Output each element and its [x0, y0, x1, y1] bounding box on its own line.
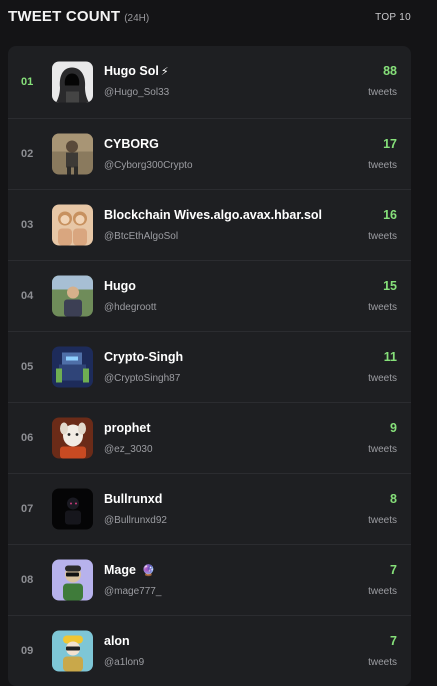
list-item[interactable]: 06 prophet @ez_3030 9 tweets: [8, 403, 411, 474]
rank-number: 08: [21, 574, 34, 586]
tweet-count: 16: [383, 208, 397, 222]
list-item[interactable]: 09 alon @a1lon9 7 tweets: [8, 616, 411, 686]
rank-number: 02: [21, 148, 34, 160]
tweet-count: 9: [390, 421, 397, 435]
dog-avatar: [52, 417, 93, 459]
user-name: Bullrunxd: [104, 492, 163, 506]
user-handle: @BtcEthAlgoSol: [104, 231, 179, 242]
list-item[interactable]: 07 Bullrunxd @Bullrunxd92 8 tweets: [8, 474, 411, 545]
tweet-unit: tweets: [368, 373, 397, 384]
rank-number: 01: [21, 76, 34, 88]
tweet-count: 88: [383, 64, 397, 78]
tweet-count: 8: [390, 492, 397, 506]
tweet-count: 17: [383, 137, 397, 151]
period-label: (24H): [124, 13, 150, 24]
user-name: CYBORG: [104, 137, 159, 151]
rank-number: 07: [21, 503, 34, 515]
top-10-link[interactable]: TOP 10: [375, 12, 411, 23]
dark-figure-avatar: [52, 488, 93, 530]
crystal-ball-icon: 🔮: [141, 565, 156, 577]
cyborg-character-avatar: [52, 133, 93, 175]
list-item[interactable]: 04 Hugo @hdegroott 15 tweets: [8, 261, 411, 332]
leaderboard-list: 01 Hugo Sol ⚡ @Hugo_Sol33 88 tweets 02 C…: [8, 46, 411, 686]
two-women-avatar: [52, 204, 93, 246]
lightning-icon: ⚡: [160, 66, 169, 78]
user-name: Crypto-Singh: [104, 350, 184, 364]
rank-number: 05: [21, 361, 34, 373]
user-handle: @CryptoSingh87: [104, 373, 181, 384]
tweet-unit: tweets: [368, 231, 397, 242]
page-title: TWEET COUNT: [8, 8, 121, 25]
robot-mech-avatar: [52, 346, 93, 388]
tweet-count: 7: [390, 634, 397, 648]
rank-number: 06: [21, 432, 34, 444]
user-handle: @hdegroott: [104, 302, 157, 313]
user-handle: @mage777_: [104, 586, 162, 597]
tweet-count: 15: [383, 279, 397, 293]
user-name: Blockchain Wives.algo.avax.hbar.sol: [104, 208, 323, 222]
user-name: Hugo Sol ⚡: [104, 64, 169, 78]
rank-number: 09: [21, 645, 34, 657]
tweet-unit: tweets: [368, 160, 397, 171]
user-name: Mage 🔮: [104, 563, 156, 577]
user-name: prophet: [104, 421, 151, 435]
user-handle: @a1lon9: [104, 657, 145, 668]
header: TWEET COUNT (24H) TOP 10: [8, 8, 411, 28]
rank-number: 03: [21, 219, 34, 231]
rank-number: 04: [21, 290, 34, 302]
user-handle: @Cyborg300Crypto: [104, 160, 193, 171]
list-item[interactable]: 08 Mage 🔮 @mage777_ 7 tweets: [8, 545, 411, 616]
list-item[interactable]: 03 Blockchain Wives.algo.avax.hbar.sol @…: [8, 190, 411, 261]
list-item[interactable]: 02 CYBORG @Cyborg300Crypto 17 tweets: [8, 119, 411, 190]
hooded-figure-avatar: [52, 61, 93, 103]
tweet-count: 7: [390, 563, 397, 577]
cartoon-worker-avatar: [52, 630, 93, 672]
tweet-unit: tweets: [368, 444, 397, 455]
tweet-unit: tweets: [368, 586, 397, 597]
list-item[interactable]: 05 Crypto-Singh @CryptoSingh87 11 tweets: [8, 332, 411, 403]
cartoon-character-avatar: [52, 559, 93, 601]
user-name: alon: [104, 634, 130, 648]
person-outdoors-avatar: [52, 275, 93, 317]
user-handle: @Bullrunxd92: [104, 515, 167, 526]
list-item[interactable]: 01 Hugo Sol ⚡ @Hugo_Sol33 88 tweets: [8, 46, 411, 119]
user-handle: @ez_3030: [104, 444, 153, 455]
tweet-unit: tweets: [368, 515, 397, 526]
tweet-unit: tweets: [368, 657, 397, 668]
user-name: Hugo: [104, 279, 136, 293]
user-handle: @Hugo_Sol33: [104, 87, 170, 98]
tweet-count: 11: [383, 350, 397, 364]
tweet-unit: tweets: [368, 302, 397, 313]
tweet-unit: tweets: [368, 87, 397, 98]
